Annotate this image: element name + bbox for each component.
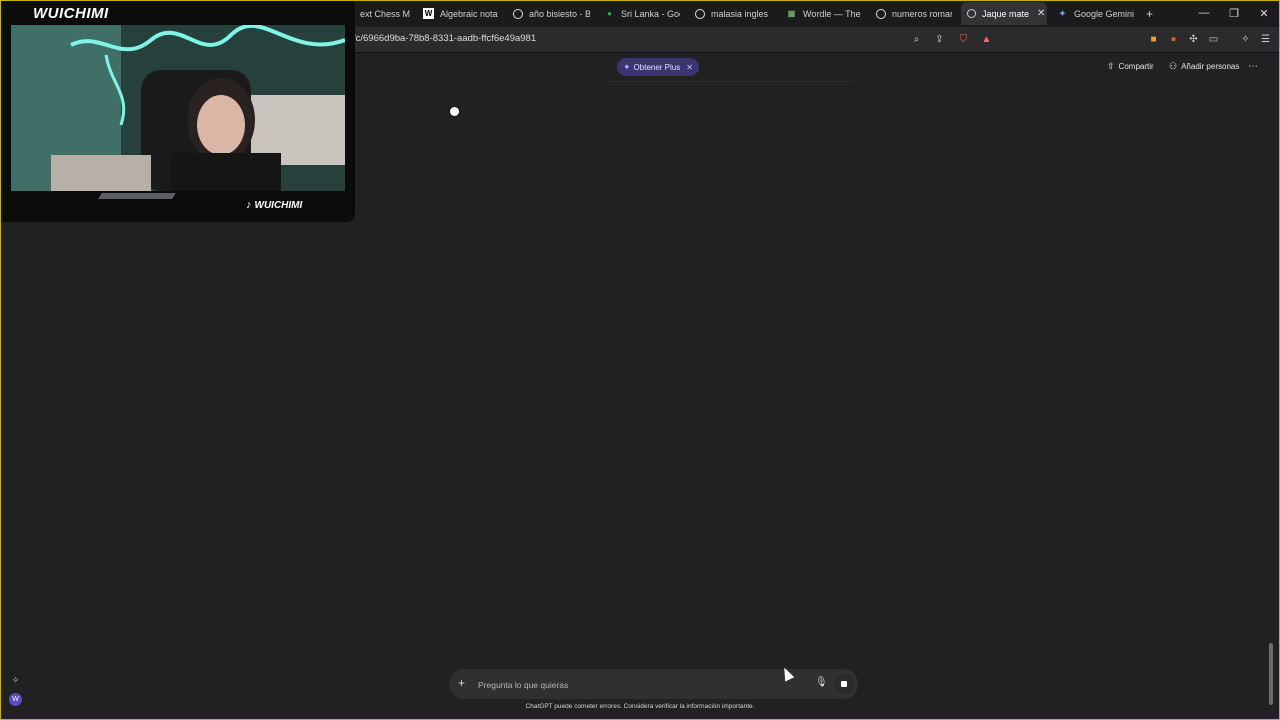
tab-label: Sri Lanka - Goog [621, 8, 680, 19]
avatar-initial: W [12, 696, 19, 703]
upload-icon: ⇧ [1107, 61, 1115, 71]
tab-label: Google Gemini [1074, 8, 1135, 19]
tab-label: ext Chess Mov [360, 8, 410, 19]
close-tab-icon[interactable]: ✕ [1037, 8, 1045, 19]
person-add-icon: ⚇ [1169, 61, 1178, 71]
overlay-logo: WUICHIMI [33, 5, 109, 22]
gemini-icon: ✦ [1059, 9, 1066, 18]
tab-label: malasia ingles [711, 8, 769, 19]
tab-label: Wordle — The N [803, 8, 862, 19]
get-plus-button[interactable]: ✦ Obtener Plus ✕ [617, 58, 699, 76]
brave-shield-icon[interactable]: ⛉ [955, 31, 972, 48]
webcam-video [11, 25, 345, 191]
prompt-input[interactable] [476, 676, 780, 694]
tab-numeros-romanos[interactable]: numeros roman [876, 2, 952, 25]
leo-ai-icon[interactable]: ✧ [1237, 31, 1254, 48]
tab-sri-lanka-maps[interactable]: ● Sri Lanka - Goog [604, 2, 680, 25]
extension-icon[interactable]: ■ [1145, 31, 1162, 48]
chatgpt-icon [967, 9, 976, 18]
google-icon [695, 8, 705, 19]
zoom-icon[interactable]: ⌕ [908, 31, 925, 48]
minimize-button[interactable]: ― [1189, 0, 1219, 26]
wikipedia-icon: W [423, 8, 434, 19]
url-text[interactable]: /c/6966d9ba-78b8-8331-aadb-ffcf6e49a981 [353, 33, 536, 44]
share-label: Compartir [1118, 62, 1154, 71]
brave-rewards-icon[interactable]: ▲ [978, 31, 995, 48]
add-people-button[interactable]: ⚇ Añadir personas [1169, 61, 1239, 72]
tab-label: año bisiesto - B [529, 8, 590, 19]
webcam-overlay: WUICHIMI ♪ WUICHIMI [0, 0, 355, 222]
maps-pin-icon: ● [607, 9, 612, 18]
ellipsis-icon: ⋯ [1248, 61, 1258, 72]
get-plus-label: Obtener Plus [633, 62, 681, 72]
tiktok-icon: ♪ [246, 199, 252, 211]
webcam-scene [11, 25, 345, 191]
share-page-icon[interactable]: ⇪ [931, 31, 948, 48]
explore-sparkle-icon[interactable]: ✧ [8, 673, 23, 688]
tab-chess-moves[interactable]: ext Chess Mov [360, 2, 410, 25]
stop-icon [841, 681, 847, 687]
stop-generating-button[interactable] [834, 674, 854, 694]
restore-button[interactable]: ❐ [1219, 0, 1249, 26]
overlay-handle-text: WUICHIMI [254, 199, 303, 211]
tab-ano-bisiesto[interactable]: año bisiesto - B [513, 2, 590, 25]
overlay-handle: ♪ WUICHIMI [246, 199, 302, 211]
thinking-indicator [450, 107, 459, 116]
new-tab-button[interactable]: + [1146, 2, 1158, 25]
extension-fire-icon[interactable]: ● [1165, 31, 1182, 48]
microphone-icon[interactable]: 🎙 [815, 677, 828, 688]
share-button[interactable]: ⇧ Compartir [1107, 61, 1154, 72]
header-divider [605, 81, 853, 82]
tab-algebraic-notation[interactable]: W Algebraic notati [423, 2, 498, 25]
google-icon [513, 8, 523, 19]
attach-plus-icon[interactable]: + [458, 676, 465, 690]
close-window-button[interactable]: ✕ [1249, 0, 1279, 26]
overlay-accent-bar [98, 193, 176, 199]
tab-label: numeros roman [892, 8, 952, 19]
menu-icon[interactable]: ☰ [1257, 31, 1274, 48]
google-icon [876, 8, 886, 19]
tab-wordle[interactable]: ▦ Wordle — The N [786, 2, 862, 25]
tab-google-gemini[interactable]: ✦ Google Gemini [1057, 2, 1137, 25]
more-options-button[interactable]: ⋯ [1248, 61, 1258, 72]
sparkle-icon: ✦ [623, 61, 631, 72]
composer: + 🎙 [449, 669, 858, 699]
disclaimer-text: ChatGPT puede cometer errores. Considera… [525, 703, 755, 710]
plus-icon: + [1146, 6, 1154, 21]
sidebar-toggle-icon[interactable]: ▭ [1205, 31, 1222, 48]
tab-malasia-ingles[interactable]: malasia ingles [695, 2, 771, 25]
add-people-label: Añadir personas [1181, 62, 1240, 71]
puzzle-icon[interactable]: ✣ [1185, 31, 1202, 48]
tab-label: Jaque mate [982, 8, 1030, 19]
tab-label: Algebraic notati [440, 8, 498, 19]
scrollbar[interactable] [1269, 643, 1273, 705]
wordle-grid-icon: ▦ [787, 9, 796, 18]
tab-jaque-mate[interactable]: Jaque mate ✕ [961, 2, 1047, 25]
dismiss-plus-icon[interactable]: ✕ [686, 63, 693, 72]
